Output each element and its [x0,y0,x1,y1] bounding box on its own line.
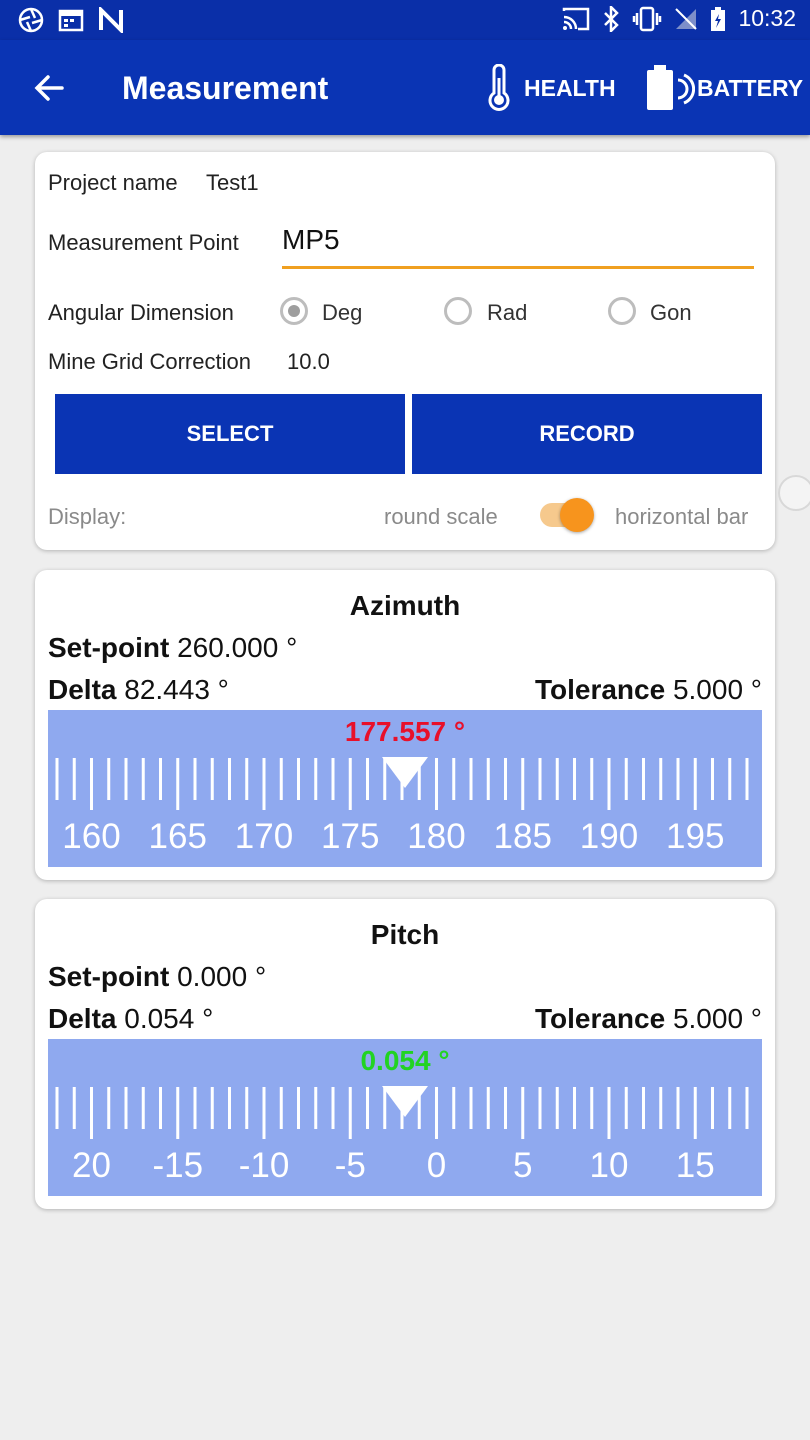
display-toggle-knob[interactable] [560,498,594,532]
azimuth-tick-label: 180 [407,817,465,856]
record-button[interactable]: RECORD [412,394,762,474]
pitch-card: Pitch Set-point 0.000 ° Delta 0.054 ° To… [35,899,775,1209]
calendar-icon [58,9,84,32]
vibrate-icon [633,6,662,31]
bluetooth-icon [604,5,620,32]
azimuth-tick-label: 190 [580,817,638,856]
azimuth-tick-label: 165 [149,817,207,856]
azimuth-tick-label: 175 [321,817,379,856]
azimuth-tolerance: Tolerance 5.000 ° [535,674,762,706]
radio-deg[interactable] [280,297,308,325]
pitch-delta-value: 0.054 ° [124,1003,214,1034]
display-label: Display: [48,504,127,529]
azimuth-setpoint-label: Set-point [48,632,170,663]
pitch-tolerance-label: Tolerance [534,1003,666,1034]
azimuth-setpoint-value: 260.000 ° [177,632,298,663]
select-button[interactable]: SELECT [55,394,405,474]
measurement-point-label: Measurement Point [48,230,239,255]
pitch-title: Pitch [370,919,440,950]
azimuth-scale: 1601651701751801851901952 177.557 ° [48,710,762,867]
n-icon [99,7,123,33]
cast-icon [563,7,590,30]
pitch-tick-label: 0 [427,1146,446,1185]
azimuth-tick-label: 185 [494,817,552,856]
radio-rad-label: Rad [487,300,528,325]
pitch-tick-label: 10 [590,1146,629,1185]
angular-dimension-label: Angular Dimension [48,300,234,325]
pitch-tick-label: -10 [239,1146,290,1185]
edge-scroll-indicator [778,475,810,511]
azimuth-tick-label: 160 [62,817,120,856]
pitch-tolerance: Tolerance 5.000 ° [535,1003,762,1035]
pitch-setpoint: Set-point 0.000 ° [48,961,266,993]
pitch-pointer [382,1086,428,1117]
health-button[interactable]: HEALTH [484,62,616,114]
radio-deg-label: Deg [322,300,363,325]
azimuth-tick-label: 170 [235,817,293,856]
pitch-tick-label: -5 [335,1146,366,1185]
azimuth-tolerance-value: 5.000 ° [672,674,762,705]
pitch-current-value: 0.054 ° [360,1045,450,1076]
azimuth-delta-label: Delta [48,674,117,705]
azimuth-tolerance-label: Tolerance [534,674,666,705]
azimuth-setpoint: Set-point 260.000 ° [48,632,297,664]
status-bar: 10:32 [0,0,810,40]
mine-grid-value: 10.0 [287,349,330,374]
azimuth-pointer [382,757,428,788]
health-label: HEALTH [524,74,616,101]
page-title: Measurement [122,70,329,106]
pitch-tick-label: 15 [676,1146,715,1185]
azimuth-card: Azimuth Set-point 260.000 ° Delta 82.443… [35,570,775,880]
azimuth-tick-label: 195 [666,817,724,856]
radio-gon-label: Gon [650,300,692,325]
project-name-value: Test1 [206,170,259,195]
aperture-icon [18,7,44,33]
pitch-tick-label: 5 [513,1146,532,1185]
battery-signal-icon [647,65,695,110]
pitch-tick-label: -15 [152,1146,203,1185]
measurement-point-field[interactable]: MP5 [282,222,754,269]
battery-charging-icon [711,6,726,31]
back-arrow-icon[interactable] [30,68,70,108]
azimuth-current-value: 177.557 ° [344,716,466,747]
app-bar: Measurement HEALTH BATTERY [0,40,810,135]
pitch-scale: 20-15-10-505101520 0.054 ° [48,1039,762,1196]
pitch-delta: Delta 0.054 ° [48,1003,213,1035]
azimuth-title: Azimuth [349,590,461,621]
display-horizontal-bar-label: horizontal bar [615,504,749,529]
thermometer-icon [488,64,510,111]
no-signal-icon [675,7,698,30]
measurement-point-value: MP5 [282,224,340,255]
pitch-delta-label: Delta [48,1003,117,1034]
battery-label: BATTERY [697,74,804,101]
battery-button[interactable]: BATTERY [645,62,803,114]
pitch-tolerance-value: 5.000 ° [672,1003,762,1034]
mine-grid-label: Mine Grid Correction [48,349,251,374]
pitch-setpoint-label: Set-point [48,961,170,992]
settings-card: Project name Test1 Measurement Point MP5… [35,152,775,550]
display-round-scale-label: round scale [384,504,498,529]
azimuth-delta-value: 82.443 ° [124,674,229,705]
radio-gon[interactable] [608,297,636,325]
project-name-label: Project name [48,170,178,195]
radio-rad[interactable] [444,297,472,325]
clock: 10:32 [738,5,796,31]
pitch-tick-label: 20 [72,1146,111,1185]
azimuth-delta: Delta 82.443 ° [48,674,229,706]
pitch-setpoint-value: 0.000 ° [177,961,267,992]
